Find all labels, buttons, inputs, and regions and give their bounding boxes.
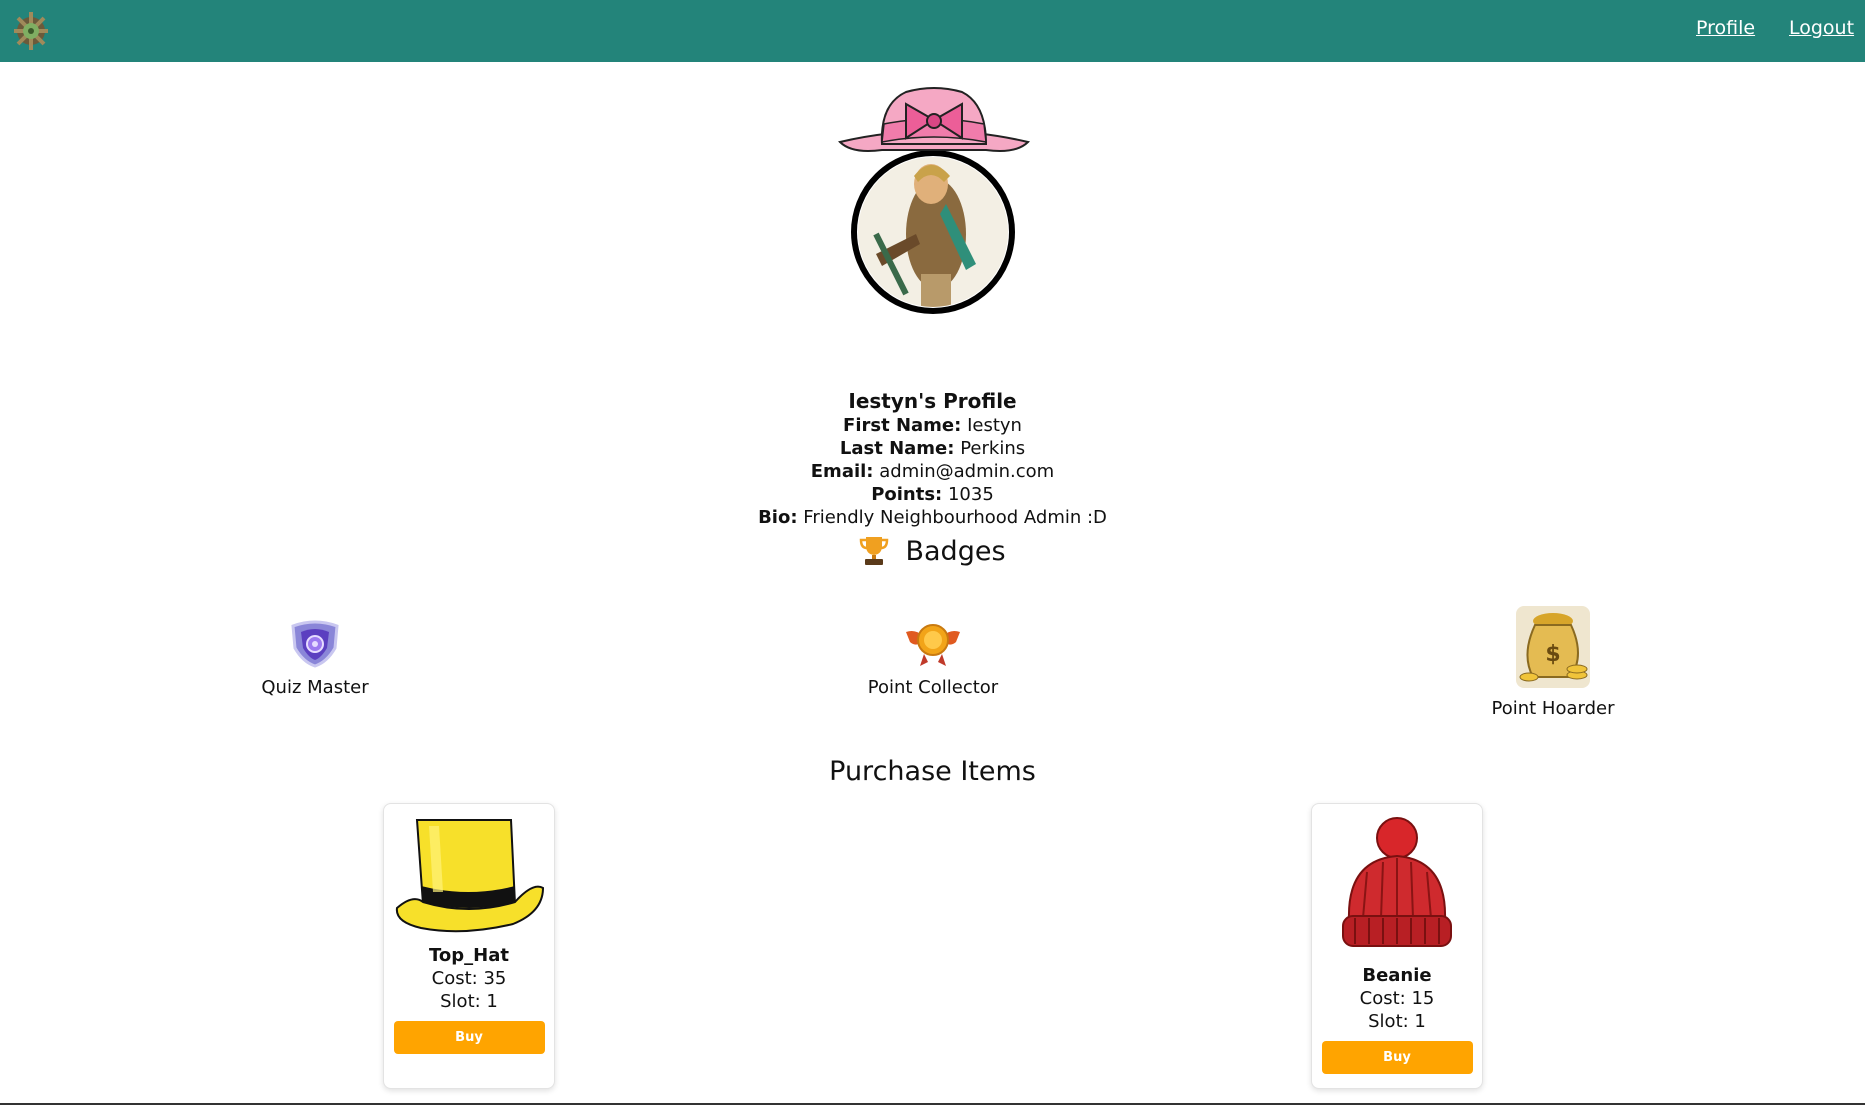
badge-label: Point Hoarder xyxy=(1491,698,1615,719)
nav-logout-link[interactable]: Logout xyxy=(1789,17,1854,39)
first-name-value: Iestyn xyxy=(967,415,1022,436)
badge-label: Quiz Master xyxy=(261,677,369,698)
item-name: Top_Hat xyxy=(429,945,509,966)
pink-bow-hat-icon xyxy=(838,87,1030,152)
yellow-top-hat-icon xyxy=(395,819,545,933)
red-beanie-icon xyxy=(1342,817,1452,947)
last-name-label: Last Name: xyxy=(839,438,955,459)
bio-value: Friendly Neighbourhood Admin :D xyxy=(803,507,1107,528)
money-bag-icon: $ xyxy=(1516,606,1590,688)
shield-badge-icon xyxy=(291,620,339,668)
badge-label: Point Collector xyxy=(867,677,999,698)
item-cost: Cost: 35 xyxy=(431,968,507,989)
email-row: Email: admin@admin.com xyxy=(0,460,1865,483)
email-label: Email: xyxy=(810,461,874,482)
shop-item-card: Top_Hat Cost: 35 Slot: 1 Buy xyxy=(383,803,555,1089)
app-logo-icon[interactable] xyxy=(8,6,54,56)
points-value: 1035 xyxy=(947,484,994,505)
svg-text:$: $ xyxy=(1545,642,1560,667)
winged-medal-icon xyxy=(906,624,960,666)
badges-heading-text: Badges xyxy=(905,536,1006,567)
badge-point-hoarder: $ Point Hoarder xyxy=(1433,605,1673,721)
nav-profile-link[interactable]: Profile xyxy=(1696,17,1755,39)
shop-item-card: Beanie Cost: 15 Slot: 1 Buy xyxy=(1311,803,1483,1089)
trophy-icon xyxy=(860,537,889,565)
item-slot: Slot: 1 xyxy=(440,991,498,1012)
character-portrait-icon xyxy=(851,150,1015,314)
profile-info: Iestyn's Profile First Name: Iestyn Last… xyxy=(0,388,1865,529)
buy-button[interactable]: Buy xyxy=(393,1021,545,1054)
first-name-label: First Name: xyxy=(843,415,962,436)
first-name-row: First Name: Iestyn xyxy=(0,414,1865,437)
avatar xyxy=(836,84,1032,314)
bio-label: Bio: xyxy=(758,507,798,528)
points-label: Points: xyxy=(871,484,943,505)
email-value: admin@admin.com xyxy=(879,461,1055,482)
last-name-row: Last Name: Perkins xyxy=(0,437,1865,460)
top-nav-bar: Profile Logout xyxy=(0,0,1865,62)
buy-button[interactable]: Buy xyxy=(1321,1041,1473,1074)
points-row: Points: 1035 xyxy=(0,483,1865,506)
badge-quiz-master: Quiz Master xyxy=(195,618,435,700)
item-slot: Slot: 1 xyxy=(1368,1011,1426,1032)
badge-point-collector: Point Collector xyxy=(813,618,1053,700)
badges-heading: Badges xyxy=(0,532,1865,572)
last-name-value: Perkins xyxy=(960,438,1026,459)
item-cost: Cost: 15 xyxy=(1359,988,1435,1009)
item-name: Beanie xyxy=(1362,965,1432,986)
purchase-items-heading: Purchase Items xyxy=(829,756,1036,787)
bio-row: Bio: Friendly Neighbourhood Admin :D xyxy=(0,506,1865,529)
profile-title: Iestyn's Profile xyxy=(848,389,1017,413)
